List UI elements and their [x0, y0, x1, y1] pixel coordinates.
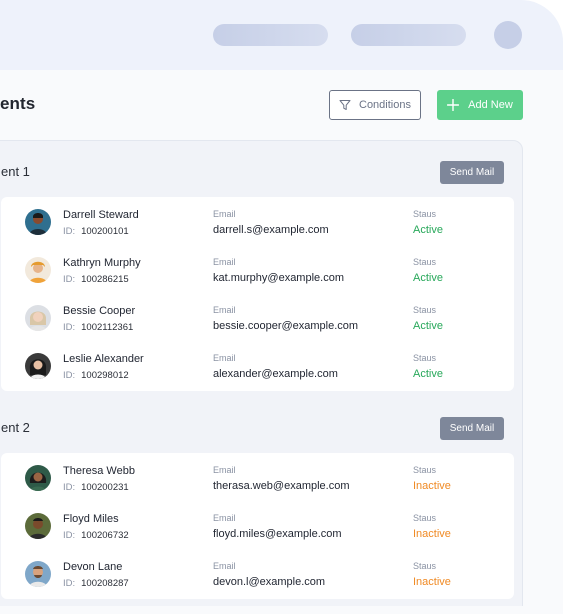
person-name: Kathryn Murphy	[63, 257, 141, 269]
table-row[interactable]: Floyd Miles ID: 100206732 Email floyd.mil…	[1, 501, 514, 549]
add-new-button[interactable]: Add New	[437, 90, 523, 120]
email-label: Email	[213, 465, 236, 475]
email-label: Email	[213, 513, 236, 523]
status-badge: Inactive	[413, 528, 451, 540]
table-row[interactable]: Bessie Cooper ID: 1002112361 Email bessie…	[1, 293, 514, 341]
avatar	[25, 209, 51, 235]
table-row[interactable]: Leslie Alexander ID: 100298012 Email alex…	[1, 341, 514, 389]
person-name: Devon Lane	[63, 561, 123, 573]
id-value: 100208287	[81, 578, 129, 589]
avatar	[25, 465, 51, 491]
email-value: alexander@example.com	[213, 368, 338, 380]
person-name: Darrell Steward	[63, 209, 139, 221]
status-label: Staus	[413, 257, 437, 267]
email-value: devon.l@example.com	[213, 576, 326, 588]
person-name: Floyd Miles	[63, 513, 119, 525]
group-title: ent 1	[1, 164, 30, 179]
bottom-edge	[0, 606, 563, 614]
nav-placeholder-1[interactable]	[213, 24, 328, 46]
avatar	[25, 561, 51, 587]
status-label: Staus	[413, 561, 437, 571]
status-label: Staus	[413, 513, 437, 523]
status-label: Staus	[413, 465, 437, 475]
email-label: Email	[213, 209, 236, 219]
conditions-button[interactable]: Conditions	[329, 90, 421, 120]
group-title: ent 2	[1, 420, 30, 435]
person-id: ID: 100208287	[63, 578, 129, 589]
person-name: Theresa Webb	[63, 465, 135, 477]
person-id: ID: 1002112361	[63, 322, 133, 333]
status-label: Staus	[413, 305, 437, 315]
status-label: Staus	[413, 353, 437, 363]
avatar	[25, 513, 51, 539]
table-row[interactable]: Kathryn Murphy ID: 100286215 Email kat.mu…	[1, 245, 514, 293]
table-row[interactable]: Darrell Steward ID: 100200101 Email darre…	[1, 197, 514, 245]
status-badge: Active	[413, 272, 443, 284]
avatar	[25, 305, 51, 331]
group-card: Theresa Webb ID: 100200231 Email therasa.…	[1, 453, 514, 599]
id-label: ID:	[63, 274, 76, 285]
id-label: ID:	[63, 322, 76, 333]
id-value: 100200101	[81, 226, 129, 237]
id-label: ID:	[63, 370, 76, 381]
email-value: kat.murphy@example.com	[213, 272, 344, 284]
group-card: Darrell Steward ID: 100200101 Email darre…	[1, 197, 514, 391]
person-id: ID: 100200101	[63, 226, 129, 237]
top-bar	[0, 0, 563, 70]
plus-icon	[447, 99, 460, 111]
table-row[interactable]: Devon Lane ID: 100208287 Email devon.l@ex…	[1, 549, 514, 597]
id-value: 100286215	[81, 274, 129, 285]
app-frame: ents Conditions Add New ent 1 Send Mail …	[0, 0, 563, 614]
conditions-label: Conditions	[359, 99, 411, 111]
email-value: darrell.s@example.com	[213, 224, 329, 236]
person-id: ID: 100298012	[63, 370, 129, 381]
id-value: 1002112361	[81, 322, 134, 333]
groups-panel: ent 1 Send Mail Darrell Steward ID: 10020…	[0, 140, 523, 614]
id-value: 100200231	[81, 482, 129, 493]
id-value: 100298012	[81, 370, 129, 381]
status-badge: Active	[413, 224, 443, 236]
status-badge: Inactive	[413, 480, 451, 492]
status-badge: Active	[413, 320, 443, 332]
email-label: Email	[213, 353, 236, 363]
add-new-label: Add New	[468, 99, 513, 111]
person-id: ID: 100286215	[63, 274, 129, 285]
status-badge: Inactive	[413, 576, 451, 588]
person-name: Leslie Alexander	[63, 353, 144, 365]
id-label: ID:	[63, 226, 76, 237]
nav-placeholder-2[interactable]	[351, 24, 466, 46]
email-label: Email	[213, 305, 236, 315]
email-value: bessie.cooper@example.com	[213, 320, 359, 332]
user-avatar[interactable]	[494, 21, 522, 49]
send-mail-button[interactable]: Send Mail	[440, 161, 504, 184]
id-label: ID:	[63, 578, 76, 589]
email-value: floyd.miles@example.com	[213, 528, 342, 540]
avatar	[25, 353, 51, 379]
table-row[interactable]: Theresa Webb ID: 100200231 Email therasa.…	[1, 453, 514, 501]
person-name: Bessie Cooper	[63, 305, 136, 317]
status-label: Staus	[413, 209, 437, 219]
email-label: Email	[213, 561, 236, 571]
status-badge: Active	[413, 368, 443, 380]
id-label: ID:	[63, 530, 76, 541]
avatar	[25, 257, 51, 283]
filter-icon	[339, 100, 351, 110]
id-value: 100206732	[81, 530, 129, 541]
email-label: Email	[213, 257, 236, 267]
email-value: therasa.web@example.com	[213, 480, 350, 492]
person-id: ID: 100200231	[63, 482, 129, 493]
id-label: ID:	[63, 482, 76, 493]
page-title: ents	[0, 94, 36, 113]
person-id: ID: 100206732	[63, 530, 129, 541]
send-mail-button[interactable]: Send Mail	[440, 417, 504, 440]
